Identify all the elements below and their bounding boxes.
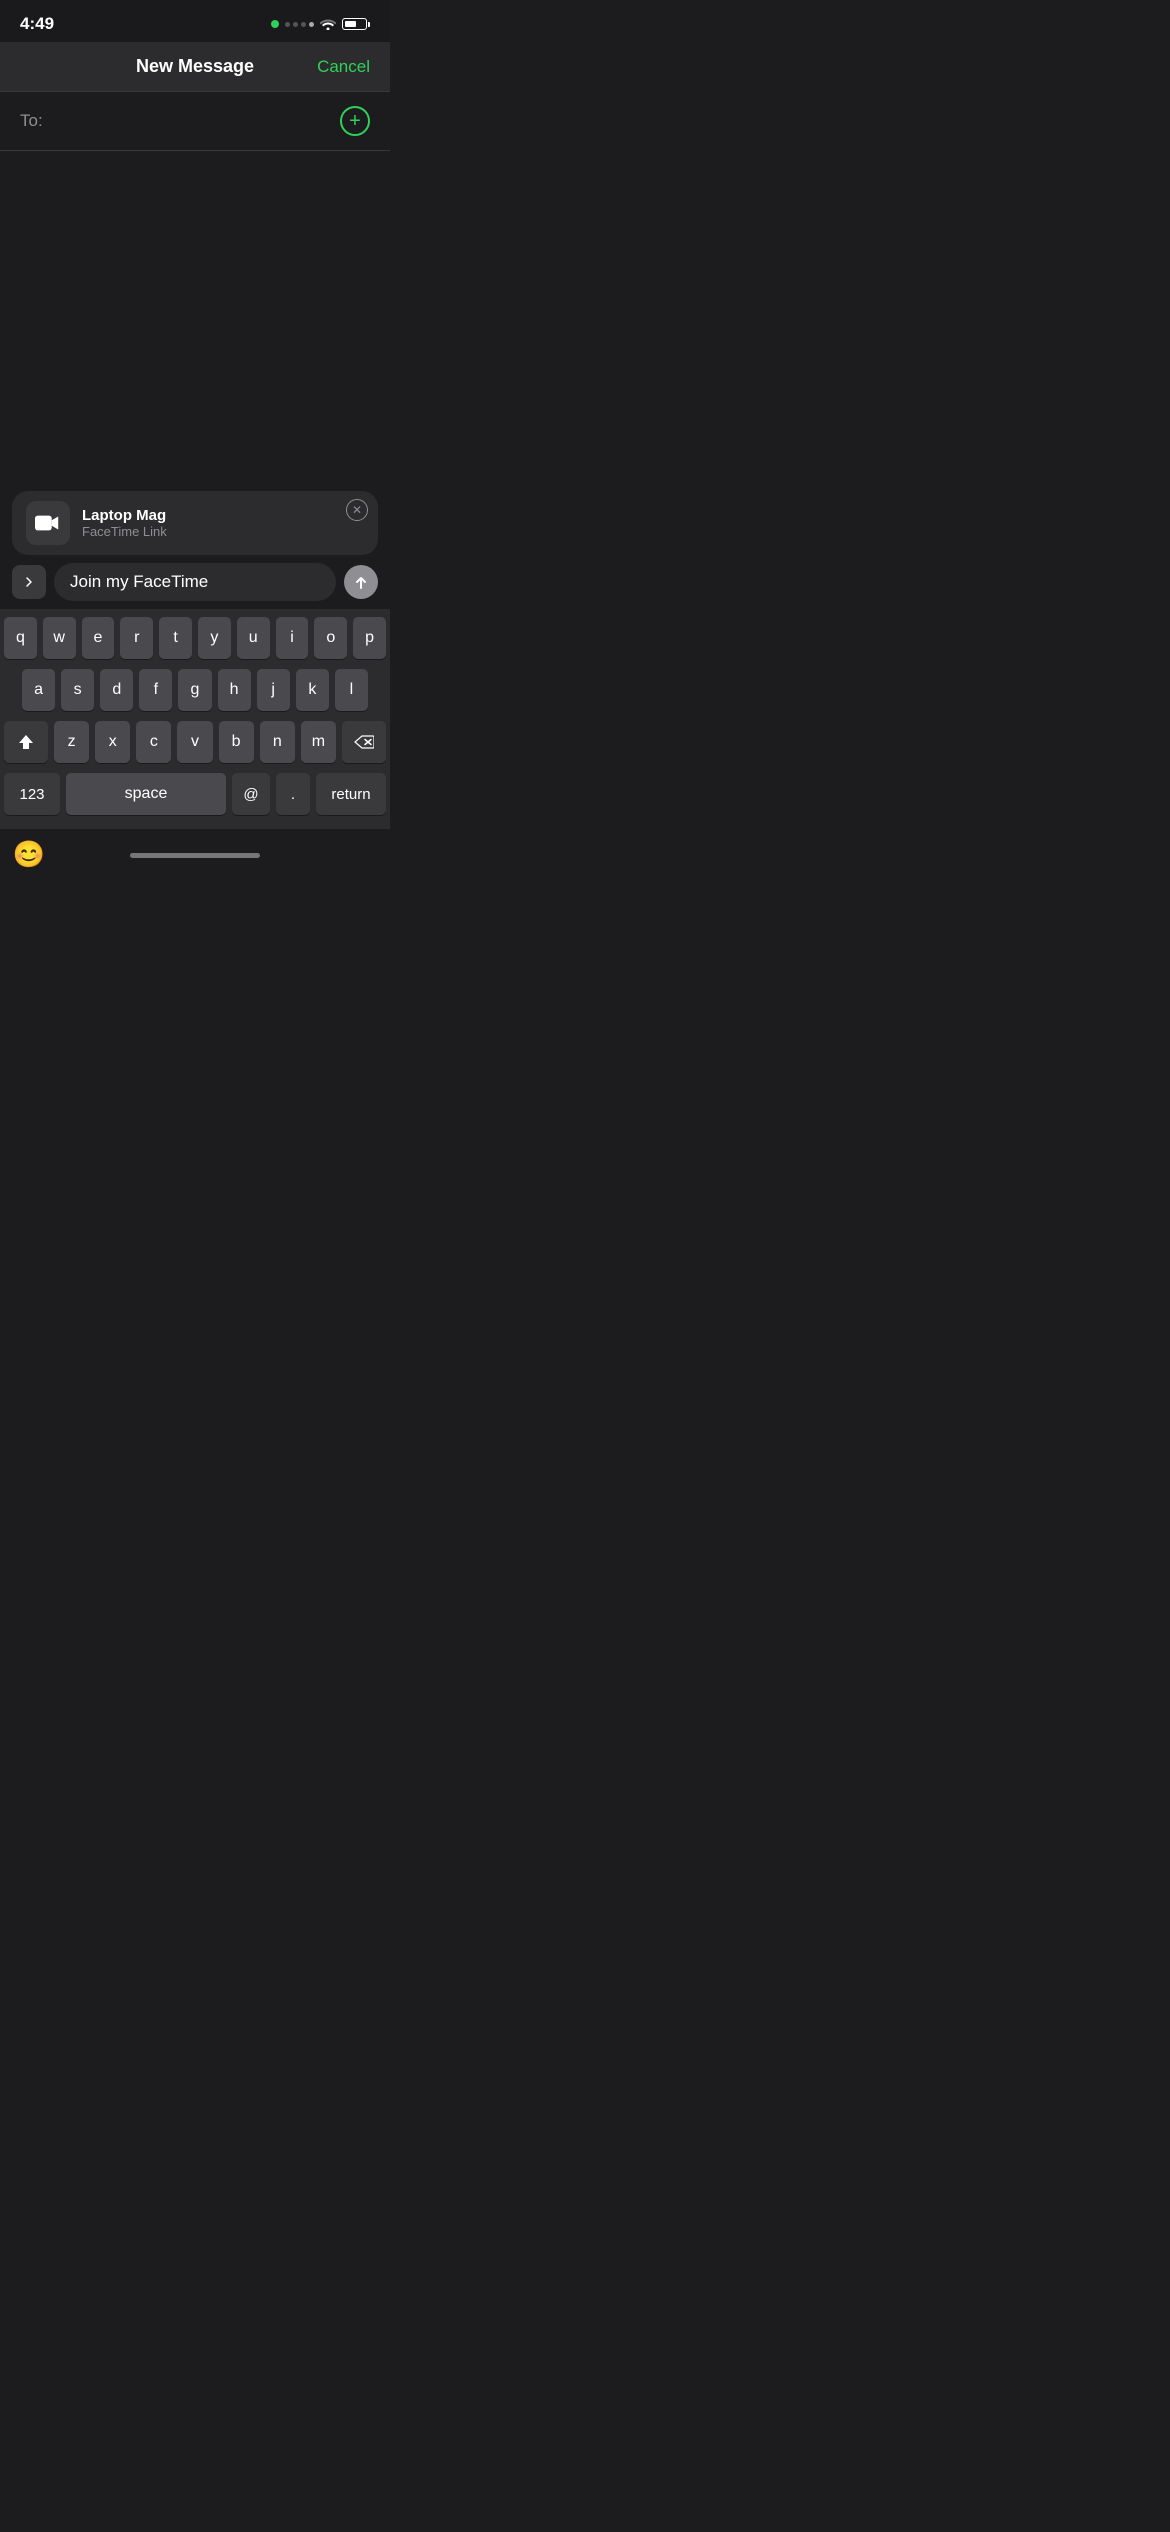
key-o[interactable]: o: [314, 617, 347, 659]
key-b[interactable]: b: [219, 721, 254, 763]
keyboard-row-1: q w e r t y u i o p: [4, 617, 386, 659]
add-recipient-button[interactable]: +: [340, 106, 370, 136]
home-indicator: [130, 853, 260, 858]
wifi-icon: [320, 18, 336, 30]
key-u[interactable]: u: [237, 617, 270, 659]
emoji-button[interactable]: 😊: [8, 833, 50, 875]
key-t[interactable]: t: [159, 617, 192, 659]
key-return[interactable]: return: [316, 773, 386, 815]
cancel-button[interactable]: Cancel: [317, 57, 370, 77]
page-title: New Message: [136, 56, 254, 77]
battery-icon: [342, 18, 370, 30]
keyboard: q w e r t y u i o p a s d f g h j k l z …: [0, 609, 390, 829]
key-x[interactable]: x: [95, 721, 130, 763]
key-g[interactable]: g: [178, 669, 211, 711]
backspace-key[interactable]: [342, 721, 386, 763]
key-k[interactable]: k: [296, 669, 329, 711]
dot-1: [285, 22, 290, 27]
dot-2: [293, 22, 298, 27]
key-l[interactable]: l: [335, 669, 368, 711]
signal-dots: [285, 22, 314, 27]
dot-3: [301, 22, 306, 27]
status-bar: 4:49: [0, 0, 390, 42]
facetime-icon: [35, 510, 61, 536]
shift-key[interactable]: [4, 721, 48, 763]
attachment-card: Laptop Mag FaceTime Link ✕: [12, 491, 378, 555]
key-q[interactable]: q: [4, 617, 37, 659]
attachment-close-button[interactable]: ✕: [346, 499, 368, 521]
message-text: Join my FaceTime: [70, 572, 208, 592]
key-s[interactable]: s: [61, 669, 94, 711]
key-i[interactable]: i: [276, 617, 309, 659]
key-c[interactable]: c: [136, 721, 171, 763]
key-123[interactable]: 123: [4, 773, 60, 815]
keyboard-row-2: a s d f g h j k l: [4, 669, 386, 711]
facetime-icon-wrap: [26, 501, 70, 545]
message-input[interactable]: Join my FaceTime: [54, 563, 336, 601]
key-space[interactable]: space: [66, 773, 226, 815]
key-m[interactable]: m: [301, 721, 336, 763]
nav-header: New Message Cancel: [0, 42, 390, 92]
key-h[interactable]: h: [218, 669, 251, 711]
input-row: Join my FaceTime: [0, 555, 390, 609]
key-period[interactable]: .: [276, 773, 310, 815]
chevron-right-icon: [23, 576, 35, 588]
status-icons: [271, 18, 370, 30]
send-icon: [353, 574, 369, 590]
attachment-subtitle: FaceTime Link: [82, 524, 167, 539]
key-y[interactable]: y: [198, 617, 231, 659]
key-a[interactable]: a: [22, 669, 55, 711]
key-z[interactable]: z: [54, 721, 89, 763]
key-d[interactable]: d: [100, 669, 133, 711]
send-button[interactable]: [344, 565, 378, 599]
status-time: 4:49: [20, 14, 54, 34]
attachment-title: Laptop Mag: [82, 507, 167, 524]
key-n[interactable]: n: [260, 721, 295, 763]
keyboard-row-3: z x c v b n m: [4, 721, 386, 763]
expand-button[interactable]: [12, 565, 46, 599]
shift-icon: [17, 733, 35, 751]
key-r[interactable]: r: [120, 617, 153, 659]
to-field[interactable]: To: +: [0, 92, 390, 151]
message-body: [0, 151, 390, 491]
key-v[interactable]: v: [177, 721, 212, 763]
attachment-info: Laptop Mag FaceTime Link: [82, 507, 167, 539]
key-p[interactable]: p: [353, 617, 386, 659]
key-w[interactable]: w: [43, 617, 76, 659]
activity-indicator: [271, 20, 279, 28]
keyboard-row-4: 123 space @ . return: [4, 773, 386, 815]
to-label: To:: [20, 111, 43, 131]
key-j[interactable]: j: [257, 669, 290, 711]
backspace-icon: [354, 735, 374, 749]
keyboard-bottom-bar: 😊: [0, 829, 390, 879]
key-f[interactable]: f: [139, 669, 172, 711]
key-at[interactable]: @: [232, 773, 270, 815]
key-e[interactable]: e: [82, 617, 115, 659]
dot-4: [309, 22, 314, 27]
